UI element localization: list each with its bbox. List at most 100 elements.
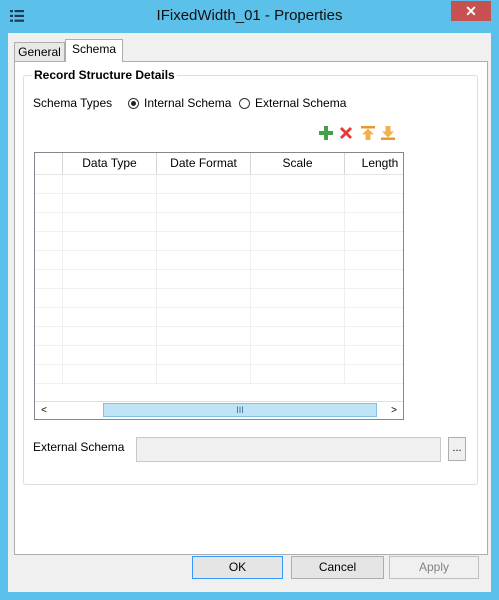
table-cell[interactable]	[35, 175, 63, 193]
table-cell[interactable]	[251, 251, 345, 269]
table-cell[interactable]	[251, 327, 345, 345]
table-cell[interactable]	[63, 327, 157, 345]
table-cell[interactable]	[63, 289, 157, 307]
tab-schema[interactable]: Schema	[65, 39, 123, 62]
schema-grid[interactable]: Data Type Date Format Scale Length < III…	[34, 152, 404, 420]
column-header-date-format[interactable]: Date Format	[157, 153, 251, 174]
table-cell[interactable]	[35, 270, 63, 288]
table-row[interactable]	[35, 232, 403, 251]
column-header-scale[interactable]: Scale	[251, 153, 345, 174]
table-cell[interactable]	[345, 251, 403, 269]
table-cell[interactable]	[345, 289, 403, 307]
table-cell[interactable]	[345, 365, 403, 383]
table-cell[interactable]	[251, 308, 345, 326]
delete-icon[interactable]	[338, 125, 354, 141]
table-cell[interactable]	[157, 308, 251, 326]
horizontal-scrollbar[interactable]: < III >	[35, 401, 403, 419]
table-cell[interactable]	[63, 251, 157, 269]
scroll-thumb[interactable]: III	[103, 403, 377, 417]
close-button[interactable]: ✕	[451, 1, 491, 21]
browse-button[interactable]: ...	[448, 437, 466, 461]
grid-body[interactable]	[35, 175, 403, 398]
table-cell[interactable]	[35, 365, 63, 383]
column-header-data-type[interactable]: Data Type	[63, 153, 157, 174]
table-row[interactable]	[35, 289, 403, 308]
table-cell[interactable]	[345, 194, 403, 212]
table-cell[interactable]	[251, 175, 345, 193]
move-down-icon[interactable]	[380, 125, 396, 141]
scroll-right-icon[interactable]: >	[386, 403, 402, 418]
table-cell[interactable]	[251, 289, 345, 307]
internal-schema-radio[interactable]: Internal Schema	[128, 96, 231, 110]
radio-checked-indicator[interactable]	[128, 97, 139, 109]
table-cell[interactable]	[157, 327, 251, 345]
table-row[interactable]	[35, 365, 403, 384]
table-cell[interactable]	[157, 346, 251, 364]
table-cell[interactable]	[35, 232, 63, 250]
title-bar[interactable]: IFixedWidth_01 - Properties ✕	[0, 0, 499, 33]
ok-button[interactable]: OK	[192, 556, 283, 579]
table-cell[interactable]	[157, 270, 251, 288]
external-schema-input[interactable]	[136, 437, 441, 462]
scroll-left-icon[interactable]: <	[36, 403, 52, 418]
table-cell[interactable]	[35, 213, 63, 231]
tab-general[interactable]: General	[14, 42, 65, 61]
cancel-button[interactable]: Cancel	[291, 556, 384, 579]
table-cell[interactable]	[157, 289, 251, 307]
table-row[interactable]	[35, 270, 403, 289]
table-row[interactable]	[35, 251, 403, 270]
close-icon: ✕	[465, 3, 477, 19]
table-cell[interactable]	[251, 232, 345, 250]
table-cell[interactable]	[35, 251, 63, 269]
table-cell[interactable]	[345, 327, 403, 345]
add-icon[interactable]	[318, 125, 334, 141]
table-row[interactable]	[35, 346, 403, 365]
table-cell[interactable]	[251, 365, 345, 383]
grid-header: Data Type Date Format Scale Length	[35, 153, 403, 175]
table-cell[interactable]	[157, 365, 251, 383]
table-cell[interactable]	[157, 251, 251, 269]
table-cell[interactable]	[63, 346, 157, 364]
table-cell[interactable]	[251, 346, 345, 364]
table-cell[interactable]	[345, 175, 403, 193]
table-cell[interactable]	[35, 308, 63, 326]
apply-button[interactable]: Apply	[389, 556, 479, 579]
table-row[interactable]	[35, 175, 403, 194]
table-cell[interactable]	[35, 289, 63, 307]
table-row[interactable]	[35, 213, 403, 232]
table-cell[interactable]	[35, 194, 63, 212]
table-cell[interactable]	[63, 232, 157, 250]
table-cell[interactable]	[35, 346, 63, 364]
external-schema-radio[interactable]: External Schema	[239, 96, 346, 110]
table-cell[interactable]	[345, 270, 403, 288]
column-header-length[interactable]: Length	[345, 153, 403, 174]
table-cell[interactable]	[157, 194, 251, 212]
column-header-row-selector[interactable]	[35, 153, 63, 174]
table-cell[interactable]	[63, 194, 157, 212]
table-cell[interactable]	[63, 213, 157, 231]
table-cell[interactable]	[35, 327, 63, 345]
internal-schema-label[interactable]: Internal Schema	[144, 96, 231, 110]
table-row[interactable]	[35, 194, 403, 213]
table-cell[interactable]	[251, 194, 345, 212]
table-cell[interactable]	[157, 175, 251, 193]
table-cell[interactable]	[345, 308, 403, 326]
table-cell[interactable]	[63, 308, 157, 326]
table-cell[interactable]	[157, 232, 251, 250]
table-cell[interactable]	[157, 213, 251, 231]
external-schema-label[interactable]: External Schema	[255, 96, 346, 110]
table-row[interactable]	[35, 327, 403, 346]
table-cell[interactable]	[63, 175, 157, 193]
table-cell[interactable]	[345, 213, 403, 231]
properties-dialog: IFixedWidth_01 - Properties ✕ General Sc…	[0, 0, 499, 600]
radio-unchecked-indicator[interactable]	[239, 97, 250, 109]
table-cell[interactable]	[63, 365, 157, 383]
table-cell[interactable]	[251, 270, 345, 288]
table-cell[interactable]	[251, 213, 345, 231]
table-cell[interactable]	[345, 346, 403, 364]
table-cell[interactable]	[63, 270, 157, 288]
table-cell[interactable]	[345, 232, 403, 250]
schema-tab-panel: Record Structure Details Schema Types In…	[14, 61, 488, 555]
move-up-icon[interactable]	[360, 125, 376, 141]
table-row[interactable]	[35, 308, 403, 327]
